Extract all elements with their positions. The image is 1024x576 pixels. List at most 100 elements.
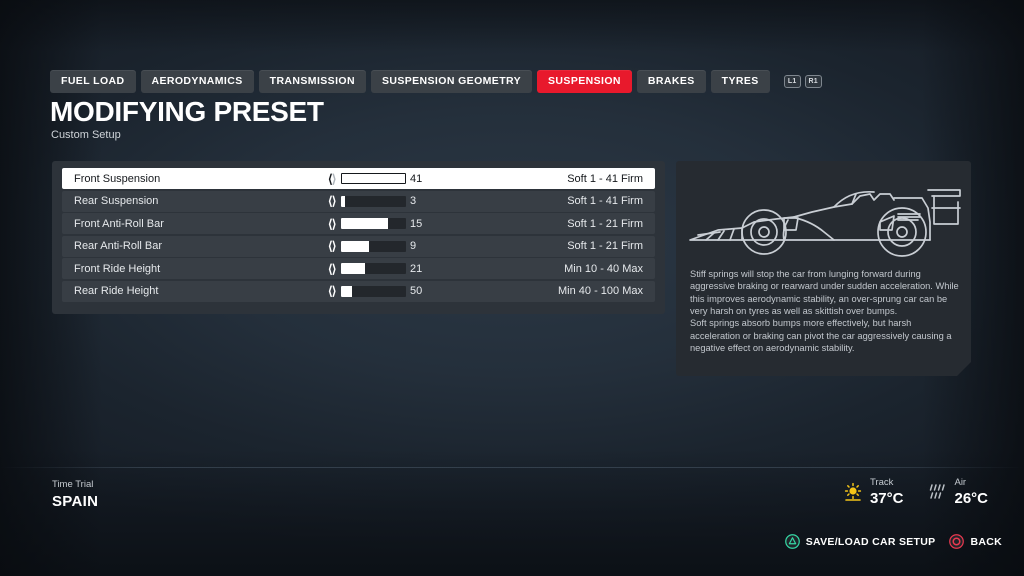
- increase-arrow-icon[interactable]: ⟩: [332, 195, 337, 207]
- stepper-arrows: ⟨ ⟩: [328, 173, 337, 185]
- setting-slider[interactable]: [341, 173, 407, 184]
- action-save-load-car-setup[interactable]: SAVE/LOAD CAR SETUP: [784, 534, 936, 549]
- info-paragraph-2: Soft springs absorb bumps more effective…: [690, 318, 952, 354]
- tab-transmission[interactable]: TRANSMISSION: [258, 70, 366, 93]
- page-title: MODIFYING PRESET: [50, 96, 324, 127]
- increase-arrow-icon[interactable]: ⟩: [332, 240, 337, 252]
- increase-arrow-icon[interactable]: ⟩: [332, 285, 337, 297]
- setting-stepper: ⟨ ⟩: [328, 263, 407, 275]
- tab-label: SUSPENSION GEOMETRY: [381, 75, 522, 87]
- setting-stepper: ⟨ ⟩: [328, 240, 407, 252]
- sun-icon: [844, 482, 862, 501]
- setting-range: Soft 1 - 41 Firm: [567, 172, 643, 185]
- tab-aerodynamics[interactable]: AERODYNAMICS: [140, 70, 254, 93]
- weather-label: Track: [869, 477, 894, 488]
- weather-info: Track 37°C Air 26°C: [843, 478, 988, 506]
- f1-car-illustration: [676, 167, 971, 265]
- r1-bumper-icon[interactable]: R1: [804, 74, 822, 88]
- tab-brakes[interactable]: BRAKES: [636, 70, 706, 93]
- bumper-label: L1: [787, 77, 797, 85]
- setting-label: Front Ride Height: [74, 262, 161, 275]
- tab-tyres[interactable]: TYRES: [710, 70, 770, 93]
- weather-track: Track 37°C: [843, 478, 904, 506]
- action-back[interactable]: BACK: [949, 534, 1002, 549]
- tab-label: FUEL LOAD: [61, 75, 125, 87]
- stepper-arrows: ⟨ ⟩: [328, 240, 337, 252]
- weather-value: 26°C: [954, 489, 988, 507]
- tab-label: AERODYNAMICS: [151, 75, 243, 87]
- setting-slider[interactable]: [341, 240, 407, 252]
- setting-label: Rear Suspension: [74, 195, 159, 208]
- setting-value: 21: [410, 262, 423, 275]
- setting-stepper: ⟨ ⟩: [328, 285, 407, 297]
- setting-range: Soft 1 - 21 Firm: [567, 240, 643, 253]
- setting-row-front-ride-height[interactable]: Front Ride Height ⟨ ⟩ 21 Min 10 - 40 Max: [62, 258, 655, 280]
- weather-text: Air 26°C: [954, 478, 988, 506]
- setting-label: Rear Ride Height: [74, 285, 159, 298]
- setting-label: Front Suspension: [74, 172, 161, 185]
- setting-range: Soft 1 - 41 Firm: [567, 195, 643, 208]
- tab-label: SUSPENSION: [548, 75, 621, 87]
- stepper-arrows: ⟨ ⟩: [328, 285, 337, 297]
- increase-arrow-icon[interactable]: ⟩: [332, 218, 337, 230]
- weather-value: 37°C: [869, 489, 904, 507]
- info-paragraph-1: Stiff springs will stop the car from lun…: [690, 269, 959, 317]
- setting-row-front-suspension[interactable]: Front Suspension ⟨ ⟩ 41 Soft 1 - 41 Firm: [62, 168, 655, 189]
- setting-stepper: ⟨ ⟩: [328, 173, 407, 185]
- setting-value: 9: [410, 240, 417, 253]
- setting-value: 3: [410, 195, 417, 208]
- l1-bumper-icon[interactable]: L1: [783, 74, 801, 88]
- session-mode: Time Trial: [52, 479, 94, 490]
- tab-label: BRAKES: [647, 75, 695, 87]
- drizzle-icon: [930, 484, 946, 499]
- setting-range: Min 40 - 100 Max: [558, 285, 643, 298]
- slider-fill: [341, 240, 370, 252]
- stepper-arrows: ⟨ ⟩: [328, 195, 337, 207]
- slider-fill: [341, 285, 353, 297]
- tab-fuel-load[interactable]: FUEL LOAD: [50, 70, 136, 93]
- info-description: Stiff springs will stop the car from lun…: [690, 268, 960, 355]
- increase-arrow-icon[interactable]: ⟩: [332, 263, 337, 275]
- weather-text: Track 37°C: [870, 478, 904, 506]
- action-label: BACK: [970, 535, 1002, 548]
- setting-value: 41: [410, 172, 423, 185]
- setting-stepper: ⟨ ⟩: [328, 218, 407, 230]
- ps-circle-icon: [949, 534, 965, 549]
- setting-row-front-anti-roll-bar[interactable]: Front Anti-Roll Bar ⟨ ⟩ 15 Soft 1 - 21 F…: [62, 213, 655, 235]
- setup-category-tabs: FUEL LOAD AERODYNAMICS TRANSMISSION SUSP…: [50, 70, 822, 93]
- action-hints: SAVE/LOAD CAR SETUP BACK: [784, 534, 1002, 549]
- stepper-arrows: ⟨ ⟩: [328, 263, 337, 275]
- tab-label: TYRES: [721, 75, 759, 87]
- increase-arrow-icon[interactable]: ⟩: [332, 173, 337, 185]
- setting-value: 50: [410, 285, 423, 298]
- setting-slider[interactable]: [341, 218, 407, 230]
- f1-car-icon: [684, 170, 964, 262]
- setting-row-rear-anti-roll-bar[interactable]: Rear Anti-Roll Bar ⟨ ⟩ 9 Soft 1 - 21 Fir…: [62, 235, 655, 257]
- slider-fill: [342, 174, 406, 183]
- ps-triangle-icon: [784, 534, 800, 549]
- setting-label: Rear Anti-Roll Bar: [74, 240, 163, 253]
- info-panel: Stiff springs will stop the car from lun…: [676, 161, 971, 376]
- slider-fill: [341, 195, 346, 207]
- footer-divider: [0, 467, 1024, 468]
- weather-label: Air: [954, 477, 967, 488]
- tab-suspension[interactable]: SUSPENSION: [537, 70, 632, 93]
- tab-label: TRANSMISSION: [269, 75, 355, 87]
- setting-slider[interactable]: [341, 285, 407, 297]
- page-subtitle: Custom Setup: [51, 129, 121, 141]
- action-label: SAVE/LOAD CAR SETUP: [805, 535, 936, 548]
- tab-suspension-geometry[interactable]: SUSPENSION GEOMETRY: [370, 70, 533, 93]
- stepper-arrows: ⟨ ⟩: [328, 218, 337, 230]
- setting-slider[interactable]: [341, 263, 407, 275]
- setting-range: Soft 1 - 21 Firm: [567, 217, 643, 230]
- setting-row-rear-suspension[interactable]: Rear Suspension ⟨ ⟩ 3 Soft 1 - 41 Firm: [62, 190, 655, 212]
- bumper-label: R1: [808, 77, 818, 85]
- session-info: Time Trial SPAIN: [52, 480, 98, 509]
- setting-label: Front Anti-Roll Bar: [74, 217, 164, 230]
- weather-air: Air 26°C: [927, 478, 988, 506]
- setting-slider[interactable]: [341, 195, 407, 207]
- bumper-hints: L1 R1: [783, 74, 822, 88]
- slider-fill: [341, 218, 388, 230]
- setting-row-rear-ride-height[interactable]: Rear Ride Height ⟨ ⟩ 50 Min 40 - 100 Max: [62, 280, 655, 302]
- slider-fill: [341, 263, 366, 275]
